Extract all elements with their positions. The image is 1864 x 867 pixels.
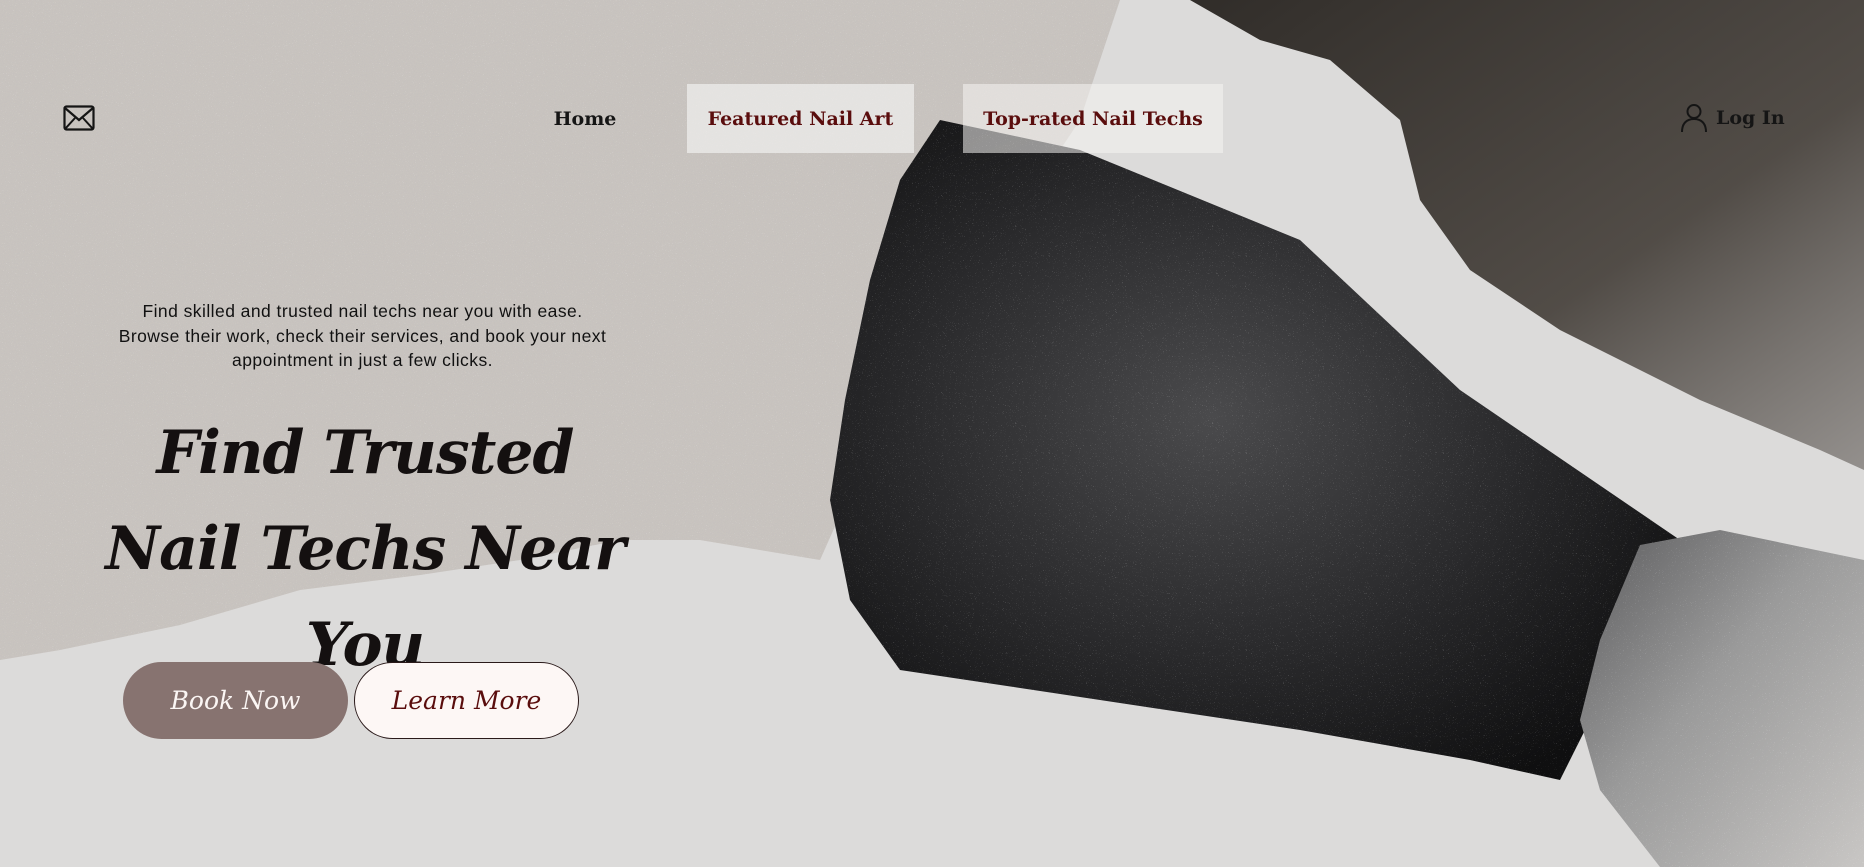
book-now-button[interactable]: Book Now [123, 662, 348, 739]
hero-subtitle: Find skilled and trusted nail techs near… [118, 301, 607, 370]
hero-title: Find Trusted Nail Techs Near You [105, 418, 625, 680]
nav-toprated-label: Top-rated Nail Techs [983, 107, 1203, 130]
login-button[interactable]: Log In [1680, 103, 1785, 133]
book-now-label: Book Now [170, 686, 301, 715]
nav-top-rated-nail-techs-link[interactable]: Top-rated Nail Techs [963, 84, 1223, 153]
login-label: Log In [1716, 107, 1785, 129]
nav-featured-nail-art-link[interactable]: Featured Nail Art [687, 84, 914, 153]
learn-more-button[interactable]: Learn More [354, 662, 579, 739]
envelope-icon[interactable] [63, 105, 95, 131]
learn-more-label: Learn More [391, 686, 542, 715]
nav-home-link[interactable]: Home [530, 84, 640, 153]
nav-featured-label: Featured Nail Art [707, 107, 894, 130]
nav-home-label: Home [553, 107, 617, 130]
user-icon [1681, 104, 1707, 133]
